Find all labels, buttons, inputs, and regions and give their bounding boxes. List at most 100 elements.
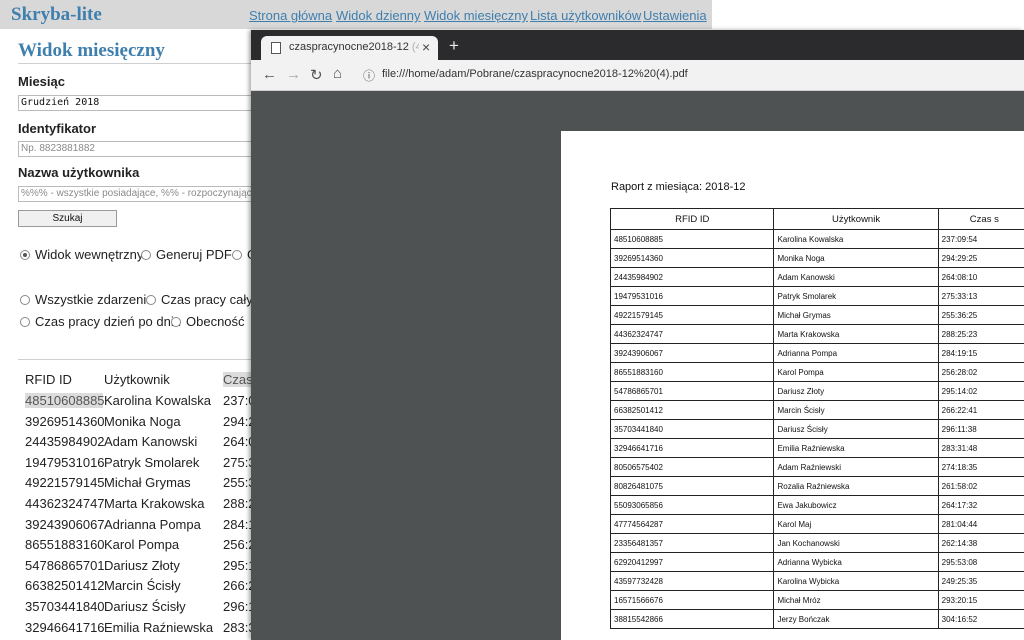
report-time-cell: 255:36:25 (937, 305, 1024, 325)
new-tab-icon[interactable]: + (449, 36, 459, 56)
report-user-cell: Adrianna Pompa (773, 343, 939, 363)
radio-attendance[interactable]: Obecność (171, 314, 245, 329)
report-time-cell: 266:22:41 (937, 400, 1024, 420)
info-icon[interactable]: ⓘ (363, 67, 375, 84)
rfid-cell: 54786865701 (25, 557, 105, 573)
radio-internal-view[interactable]: Widok wewnętrzny (20, 247, 143, 262)
report-header-rfid: RFID ID (609, 208, 775, 230)
search-button[interactable]: Szukaj (18, 210, 117, 227)
report-rfid-cell: 86551883160 (609, 362, 775, 382)
report-rfid-cell: 80506575402 (609, 457, 775, 477)
user-cell: Karol Pompa (104, 537, 180, 553)
report-rfid-cell: 16571566676 (609, 590, 775, 610)
report-row: 32946641716 Emilia Raźniewska 283:31:48 (609, 438, 1024, 458)
report-row: 80826481075 Rozalia Raźniewska 261:58:02 (609, 476, 1024, 496)
report-row: 49221579145 Michał Grymas 255:36:25 (609, 305, 1024, 325)
user-cell: Patryk Smolarek (104, 454, 200, 470)
report-user-cell: Jerzy Bończak (773, 609, 939, 629)
reload-icon[interactable]: ↻ (310, 66, 323, 84)
pdf-viewer-window: czaspracynocne2018-12 (4 × + ← → ↻ ⌂ ⓘ f… (251, 30, 1024, 640)
nav-link-home[interactable]: Strona główna (249, 8, 332, 23)
user-cell: Emilia Raźniewska (104, 619, 214, 635)
report-row: 39243906067 Adrianna Pompa 284:19:15 (609, 343, 1024, 363)
report-time-cell: 296:11:38 (937, 419, 1024, 439)
report-time-cell: 281:04:44 (937, 514, 1024, 534)
report-rfid-cell: 66382501412 (609, 400, 775, 420)
report-time-cell: 264:17:32 (937, 495, 1024, 515)
report-header-user: Użytkownik (773, 208, 939, 230)
radio-generate-pdf[interactable]: Generuj PDF (141, 247, 232, 262)
report-row: 86551883160 Karol Pompa 256:28:02 (609, 362, 1024, 382)
results-divider (18, 359, 258, 360)
report-header-time: Czas s (937, 208, 1024, 230)
home-icon[interactable]: ⌂ (333, 65, 342, 82)
report-user-cell: Michał Mróz (773, 590, 939, 610)
nav-link-daily[interactable]: Widok dzienny (336, 8, 421, 23)
radio-full-month-time[interactable]: Czas pracy cały m (146, 292, 267, 307)
report-rfid-cell: 48510608885 (609, 229, 775, 249)
report-time-cell: 295:53:08 (937, 552, 1024, 572)
page-title: Widok miesięczny (18, 40, 165, 61)
username-input[interactable]: %%% - wszystkie posiadające, %% - rozpoc… (18, 186, 264, 202)
report-time-cell: 261:58:02 (937, 476, 1024, 496)
report-user-cell: Dariusz Ścisły (773, 419, 939, 439)
nav-link-settings[interactable]: Ustawienia (643, 8, 707, 23)
month-input[interactable]: Grudzień 2018 (18, 95, 264, 111)
report-user-cell: Adam Raźniewski (773, 457, 939, 477)
report-row: 48510608885 Karolina Kowalska 237:09:54 (609, 229, 1024, 249)
user-cell: Michał Grymas (104, 475, 191, 491)
report-rfid-cell: 24435984902 (609, 267, 775, 287)
browser-tab[interactable]: czaspracynocne2018-12 (4 × (261, 36, 438, 60)
close-tab-icon[interactable]: × (422, 39, 430, 55)
rfid-cell: 48510608885 (25, 393, 105, 408)
report-rfid-cell: 39269514360 (609, 248, 775, 268)
report-user-cell: Emilia Raźniewska (773, 438, 939, 458)
forward-icon[interactable]: → (286, 66, 301, 83)
report-rfid-cell: 80826481075 (609, 476, 775, 496)
rfid-cell: 44362324747 (25, 496, 105, 511)
report-row: 35703441840 Dariusz Ścisły 296:11:38 (609, 419, 1024, 439)
report-row: 39269514360 Monika Noga 294:29:25 (609, 248, 1024, 268)
rfid-cell: 49221579145 (25, 475, 105, 491)
report-row: 80506575402 Adam Raźniewski 274:18:35 (609, 457, 1024, 477)
radio-dot-icon (20, 294, 30, 305)
report-rfid-cell: 47774564287 (609, 514, 775, 534)
rfid-cell: 24435984902 (25, 434, 105, 450)
report-rfid-cell: 19479531016 (609, 286, 775, 306)
brand-logo[interactable]: Skryba-lite (11, 4, 102, 26)
report-row: 24435984902 Adam Kanowski 264:08:10 (609, 267, 1024, 287)
report-time-cell: 274:18:35 (937, 457, 1024, 477)
report-user-cell: Dariusz Złoty (773, 381, 939, 401)
id-input[interactable]: Np. 8823881882 (18, 141, 264, 157)
rfid-cell: 66382501412 (25, 578, 105, 594)
back-icon[interactable]: ← (262, 66, 277, 83)
report-time-cell: 295:14:02 (937, 381, 1024, 401)
radio-all-events[interactable]: Wszystkie zdarzenia (20, 292, 153, 307)
report-row: 16571566676 Michał Mróz 293:20:15 (609, 590, 1024, 610)
id-label: Identyfikator (18, 121, 97, 136)
report-time-cell: 283:31:48 (937, 438, 1024, 458)
header-user: Użytkownik (104, 372, 170, 387)
tab-title: czaspracynocne2018-12 (4 (289, 41, 419, 53)
report-rfid-cell: 44362324747 (609, 324, 775, 344)
report-row: 19479531016 Patryk Smolarek 275:33:13 (609, 286, 1024, 306)
radio-dot-icon (146, 294, 156, 305)
report-time-cell: 284:19:15 (937, 343, 1024, 363)
pdf-page: Raport z miesiąca: 2018-12 RFID ID Użytk… (561, 131, 1024, 640)
nav-link-monthly[interactable]: Widok miesięczny (424, 8, 528, 23)
nav-link-users[interactable]: Lista użytkowników (530, 8, 641, 23)
report-rfid-cell: 43597732428 (609, 571, 775, 591)
radio-day-by-day[interactable]: Czas pracy dzień po dniu (20, 314, 181, 329)
address-bar[interactable]: file:///home/adam/Pobrane/czaspracynocne… (382, 68, 688, 80)
report-time-cell: 237:09:54 (937, 229, 1024, 249)
report-user-cell: Monika Noga (773, 248, 939, 268)
browser-tab-bar: czaspracynocne2018-12 (4 × + (251, 30, 1024, 60)
report-row: 23356481357 Jan Kochanowski 262:14:38 (609, 533, 1024, 553)
document-icon (271, 42, 281, 54)
rfid-cell: 32946641716 (25, 619, 105, 635)
user-cell: Marta Krakowska (104, 496, 205, 511)
report-row: 38815542866 Jerzy Bończak 304:16:52 (609, 609, 1024, 629)
user-cell: Dariusz Ścisły (104, 599, 186, 614)
report-user-cell: Rozalia Raźniewska (773, 476, 939, 496)
report-row: 47774564287 Karol Maj 281:04:44 (609, 514, 1024, 534)
